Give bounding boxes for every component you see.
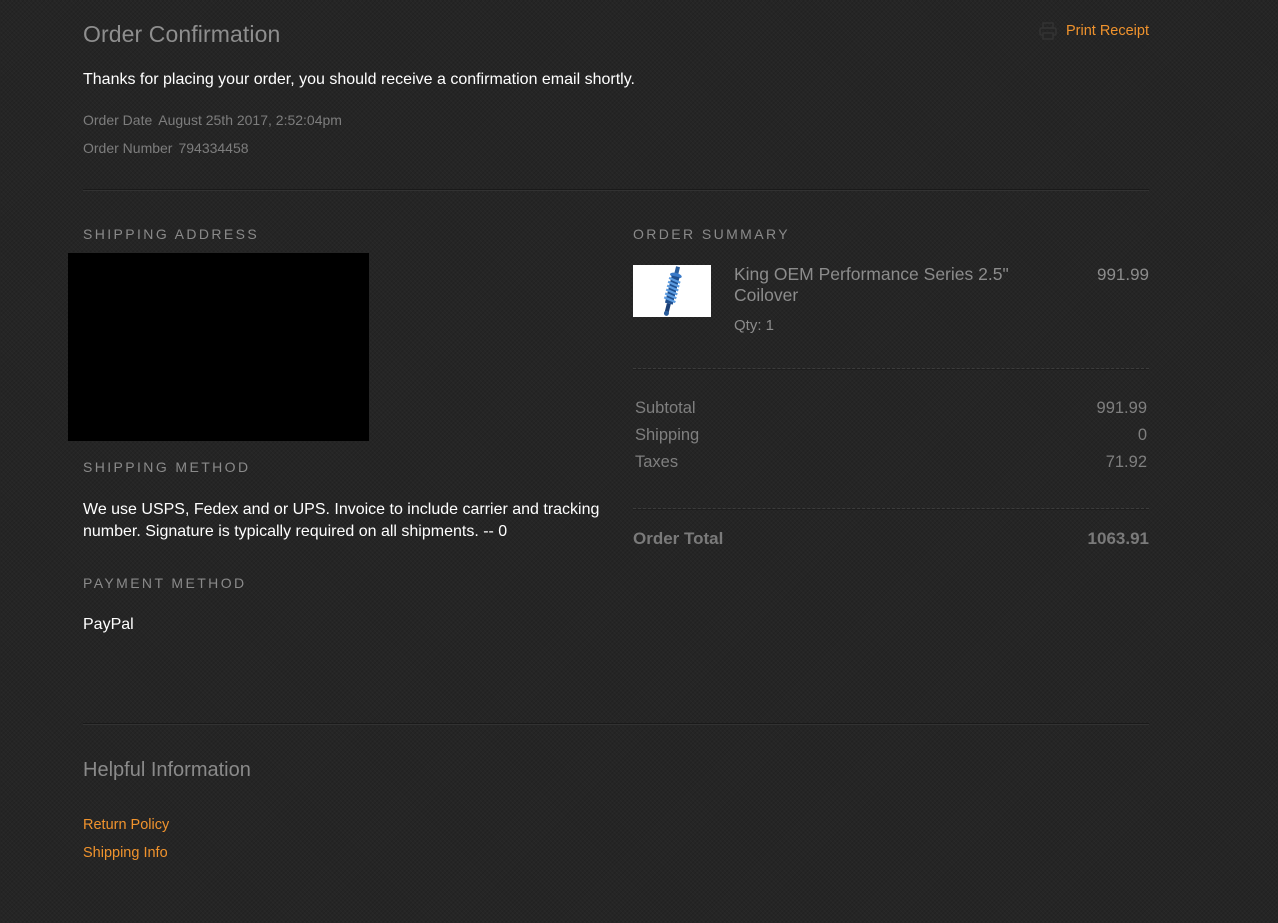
helpful-information-heading: Helpful Information xyxy=(83,759,251,781)
product-thumbnail[interactable] xyxy=(633,265,711,317)
shipping-address-redacted xyxy=(68,253,369,441)
printer-icon[interactable] xyxy=(1038,21,1058,41)
page-title: Order Confirmation xyxy=(83,21,281,47)
order-number-row: Order Number 794334458 xyxy=(83,140,249,156)
order-summary-heading: ORDER SUMMARY xyxy=(633,226,790,242)
payment-method-heading: PAYMENT METHOD xyxy=(83,575,247,591)
order-date-value: August 25th 2017, 2:52:04pm xyxy=(158,112,342,128)
shipping-info-link[interactable]: Shipping Info xyxy=(83,845,168,861)
product-name[interactable]: King OEM Performance Series 2.5" Coilove… xyxy=(734,264,1054,305)
print-receipt-label[interactable]: Print Receipt xyxy=(1066,23,1149,39)
return-policy-link[interactable]: Return Policy xyxy=(83,817,169,833)
total-divider xyxy=(633,508,1149,510)
shipping-method-text: We use USPS, Fedex and or UPS. Invoice t… xyxy=(83,501,600,540)
shipping-cost-row: Shipping 0 xyxy=(635,426,1147,445)
order-date-row: Order Date August 25th 2017, 2:52:04pm xyxy=(83,112,342,128)
order-date-label: Order Date xyxy=(83,112,153,128)
order-total-value: 1063.91 xyxy=(1087,529,1149,548)
product-quantity: Qty: 1 xyxy=(734,317,775,334)
thanks-message: Thanks for placing your order, you shoul… xyxy=(83,71,635,88)
shipping-method-heading: SHIPPING METHOD xyxy=(83,459,251,475)
summary-divider xyxy=(633,368,1149,370)
product-price: 991.99 xyxy=(1097,265,1149,284)
order-number-label: Order Number xyxy=(83,140,173,156)
payment-method-value: PayPal xyxy=(83,616,134,633)
subtotal-value: 991.99 xyxy=(1096,399,1147,417)
print-receipt-link[interactable]: Print Receipt xyxy=(1038,21,1149,41)
shipping-cost-value: 0 xyxy=(1137,426,1147,444)
footer-divider xyxy=(83,723,1149,725)
taxes-row: Taxes 71.92 xyxy=(635,453,1147,472)
order-number-value: 794334458 xyxy=(178,140,249,156)
shipping-cost-label: Shipping xyxy=(635,426,700,444)
taxes-value: 71.92 xyxy=(1105,453,1147,471)
subtotal-row: Subtotal 991.99 xyxy=(635,399,1147,418)
section-divider xyxy=(83,189,1149,191)
taxes-label: Taxes xyxy=(635,453,679,471)
shipping-address-heading: SHIPPING ADDRESS xyxy=(83,226,260,242)
order-total-label: Order Total xyxy=(633,529,724,548)
order-total-row: Order Total 1063.91 xyxy=(633,529,1149,549)
subtotal-label: Subtotal xyxy=(635,399,696,417)
